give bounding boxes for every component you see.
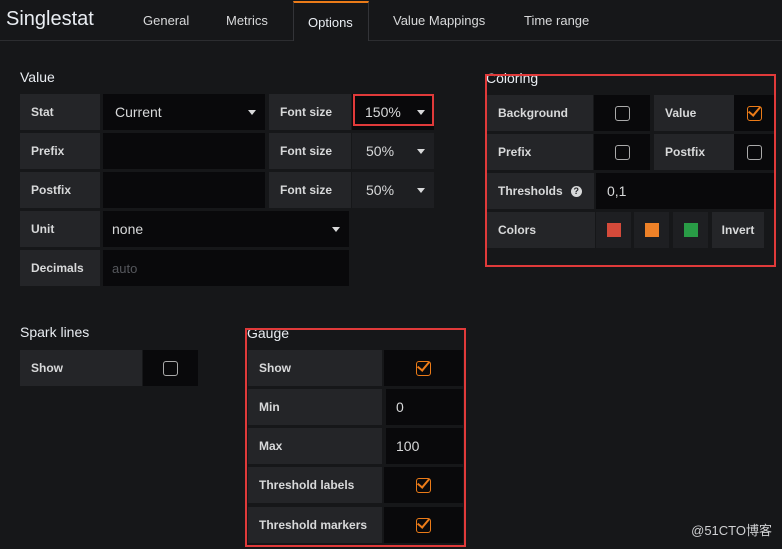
unit-select-value: none (112, 221, 144, 237)
tab-bar-divider (0, 40, 782, 41)
chevron-down-icon (417, 188, 425, 193)
chevron-down-icon (248, 110, 256, 115)
postfix-font-size-label: Font size (269, 172, 351, 208)
unit-select[interactable]: none (103, 211, 349, 247)
tab-value-mappings[interactable]: Value Mappings (393, 8, 485, 34)
prefix-font-size-label: Font size (269, 133, 351, 169)
value-font-size-label: Font size (269, 94, 351, 130)
checkbox-icon (163, 360, 178, 376)
postfix-input[interactable] (103, 172, 265, 208)
postfix-label: Postfix (20, 172, 100, 208)
tab-general[interactable]: General (143, 8, 189, 34)
highlight-coloring (485, 74, 776, 267)
decimals-placeholder: auto (112, 260, 138, 276)
highlight-gauge (245, 328, 466, 547)
sparkline-show-label: Show (20, 350, 142, 386)
stat-label: Stat (20, 94, 100, 130)
prefix-label: Prefix (20, 133, 100, 169)
tab-options[interactable]: Options (293, 1, 369, 41)
chevron-down-icon (417, 149, 425, 154)
sparkline-show-checkbox[interactable] (143, 350, 198, 386)
decimals-label: Decimals (20, 250, 100, 286)
decimals-input[interactable]: auto (103, 250, 349, 286)
prefix-input[interactable] (103, 133, 265, 169)
spark-lines-section-title: Spark lines (20, 324, 90, 340)
stat-select-value: Current (115, 104, 162, 120)
postfix-font-size-select[interactable]: 50% (352, 172, 434, 208)
watermark: @51CTO博客 (691, 523, 772, 538)
prefix-font-size-value: 50% (366, 143, 395, 159)
unit-label: Unit (20, 211, 100, 247)
prefix-font-size-select[interactable]: 50% (352, 133, 434, 169)
tab-metrics[interactable]: Metrics (226, 8, 268, 34)
stat-select[interactable]: Current (103, 94, 265, 130)
highlight-font-size (353, 94, 434, 126)
panel-type-title: Singlestat (6, 8, 94, 30)
chevron-down-icon (332, 227, 340, 232)
value-section-title: Value (20, 69, 55, 85)
tab-time-range[interactable]: Time range (524, 8, 589, 34)
postfix-font-size-value: 50% (366, 182, 395, 198)
